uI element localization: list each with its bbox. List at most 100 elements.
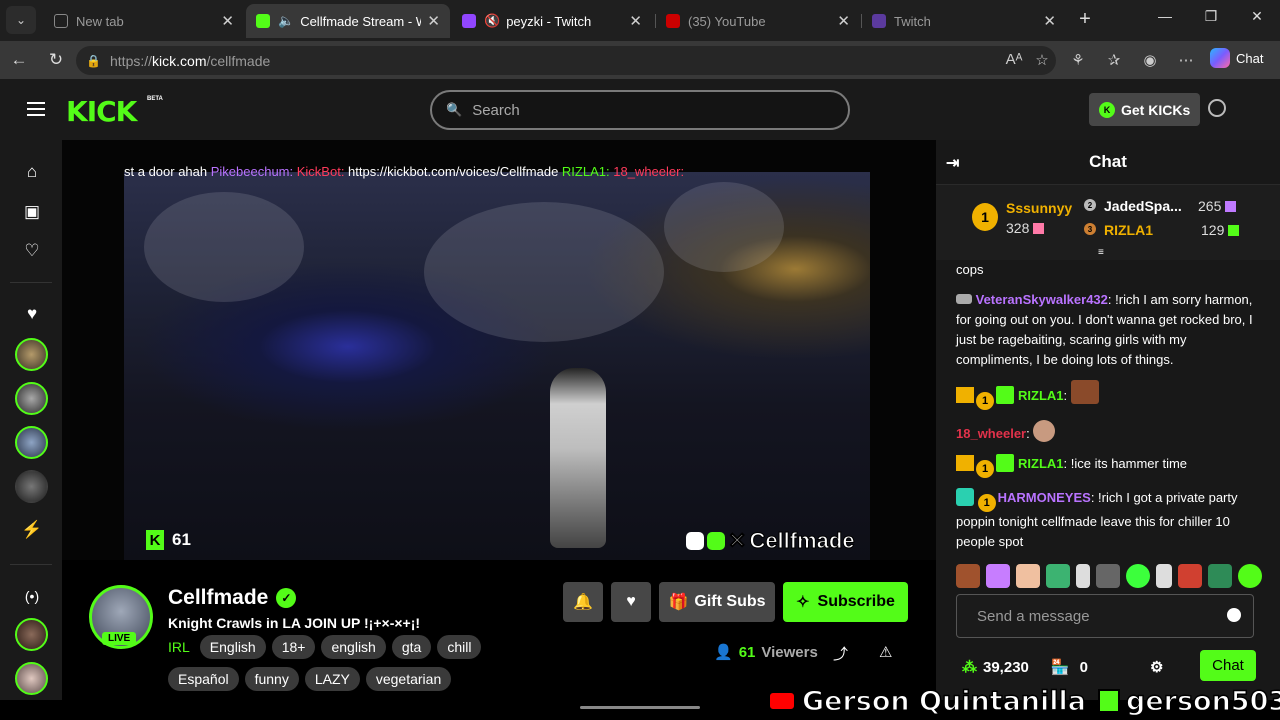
category-link[interactable]: IRL [168,639,190,655]
report-icon[interactable]: ⚠ [879,643,892,661]
ticker-user: 18_wheeler: [613,164,685,179]
restore-button[interactable]: ❐ [1200,8,1222,25]
home-icon[interactable]: ⌂ [16,156,48,188]
emote-icon[interactable] [956,564,980,588]
tab-twitch[interactable]: Twitch ✕ [862,4,1066,38]
get-kicks-button[interactable]: K Get KICKs [1089,93,1201,126]
site-header: KICK BETA 🔍 Search K Get KICKs [0,79,1280,140]
favorite-star-icon[interactable]: ☆ [1031,51,1053,69]
streamer-figure [550,368,606,548]
kicks-icon: K [1099,101,1115,118]
minimize-button[interactable]: — [1154,8,1176,24]
close-window-button[interactable]: ✕ [1246,8,1268,25]
emote-icon[interactable] [1238,564,1262,588]
tag[interactable]: English [199,635,266,659]
emote-icon[interactable] [1126,564,1150,588]
emote-icon[interactable] [1016,564,1040,588]
tab-peyzki[interactable]: 🔇 peyzki - Twitch ✕ [452,4,652,38]
channel-name[interactable]: Cellfmade [168,586,268,610]
follow-button[interactable]: ♥ [611,582,651,622]
followed-channel-avatar[interactable] [15,338,48,371]
emote-icon[interactable] [1208,564,1232,588]
read-aloud-icon[interactable]: Aᴬ [1003,51,1025,68]
search-placeholder: Search [472,101,520,119]
expand-leaderboard-icon[interactable]: ≡ [1098,247,1112,258]
search-input[interactable]: 🔍 Search [430,90,850,130]
tag[interactable]: chill [437,635,482,659]
settings-gear-icon[interactable]: ⚙ [1150,658,1163,676]
new-tab-button[interactable]: + [1074,8,1096,30]
profile-icon[interactable]: ◉ [1139,51,1161,69]
followed-channel-avatar[interactable] [15,382,48,415]
emote-icon[interactable] [1096,564,1120,588]
leaderboard-name[interactable]: JadedSpa... [1104,198,1182,214]
menu-icon[interactable] [27,102,45,120]
watermark-text: Cellfmade [749,528,855,554]
broadcast-icon[interactable]: (•) [16,580,48,612]
tag[interactable]: funny [244,667,299,691]
chat-username[interactable]: 18_wheeler [956,426,1026,441]
tab-new-tab[interactable]: New tab ✕ [44,4,244,38]
leaderboard-name[interactable]: RIZLA1 [1104,222,1153,238]
subscribe-button[interactable]: ✧ Subscribe [783,582,908,622]
lock-icon[interactable]: 🔒 [86,54,102,68]
emote-icon[interactable] [1076,564,1090,588]
close-icon[interactable]: ✕ [1043,12,1056,30]
following-icon[interactable]: ♡ [16,235,48,267]
favorites-icon[interactable]: ✰ [1103,51,1125,69]
tab-cellfmade[interactable]: 🔈 Cellfmade Stream - Wa ✕ [246,4,450,38]
collapse-chat-icon[interactable]: ⇥ [946,153,959,173]
recommended-channel-avatar[interactable] [15,618,48,651]
browse-icon[interactable]: ▣ [16,196,48,228]
share-icon[interactable]: ⤴ [833,643,848,664]
user-menu-icon[interactable] [1208,99,1226,117]
chat-message-input[interactable]: Send a message [956,594,1254,638]
recommended-channel-avatar[interactable] [15,662,48,695]
gift-subs-button[interactable]: 🎁 Gift Subs [659,582,775,622]
emoji-picker-icon[interactable] [1227,608,1241,622]
chat-username[interactable]: RIZLA1 [1018,456,1064,471]
tag[interactable]: english [321,635,386,659]
close-icon[interactable]: ✕ [629,12,642,30]
viewers-icon: 👤 [714,644,733,661]
search-icon: 🔍 [446,102,463,117]
extensions-icon[interactable]: ⚘ [1067,51,1089,69]
streamer-icon[interactable]: ⚡ [16,514,48,546]
close-icon[interactable]: ✕ [221,12,234,30]
heart-icon[interactable]: ♥ [16,298,48,330]
send-chat-button[interactable]: Chat [1200,650,1256,681]
chat-username[interactable]: HARMONEYES [998,490,1091,505]
tab-actions-menu[interactable]: ⌄ [6,6,36,34]
emote-icon[interactable] [1046,564,1070,588]
url-field[interactable]: 🔒 https://kick.com/cellfmade [76,46,1056,75]
emote-icon[interactable] [986,564,1010,588]
tag[interactable]: Español [168,667,239,691]
back-arrow-icon[interactable]: ← [8,50,30,70]
followed-channel-avatar[interactable] [15,470,48,503]
speaker-icon[interactable]: 🔈 [278,13,294,29]
chat-username[interactable]: RIZLA1 [1018,388,1064,403]
close-icon[interactable]: ✕ [427,12,440,30]
notification-bell-button[interactable]: 🔔 [563,582,603,622]
tag[interactable]: LAZY [304,667,360,691]
emote-icon[interactable] [1156,564,1172,588]
kick-icon [707,532,725,550]
emote-icon[interactable] [1178,564,1202,588]
store-icon[interactable]: 🏪 [1051,658,1070,676]
muted-icon[interactable]: 🔇 [484,13,500,29]
more-menu-icon[interactable]: ⋯ [1175,51,1197,69]
close-icon[interactable]: ✕ [837,12,850,30]
refresh-icon[interactable]: ↻ [45,50,67,70]
horizontal-scrollbar[interactable] [580,706,700,709]
video-player[interactable]: st a door ahah Pikebeechum: KickBot: htt… [62,140,936,560]
leaderboard-name[interactable]: Sssunnyy [1006,200,1072,216]
tag[interactable]: vegetarian [365,667,452,691]
tag[interactable]: gta [391,635,432,659]
tag[interactable]: 18+ [271,635,316,659]
tab-youtube[interactable]: (35) YouTube ✕ [656,4,860,38]
copilot-chat-button[interactable]: Chat [1210,48,1263,68]
chat-username[interactable]: VeteranSkywalker432 [976,292,1108,307]
channel-points[interactable]: 39,230 [983,659,1029,676]
followed-channel-avatar[interactable] [15,426,48,459]
kick-logo[interactable]: KICK [66,95,137,128]
